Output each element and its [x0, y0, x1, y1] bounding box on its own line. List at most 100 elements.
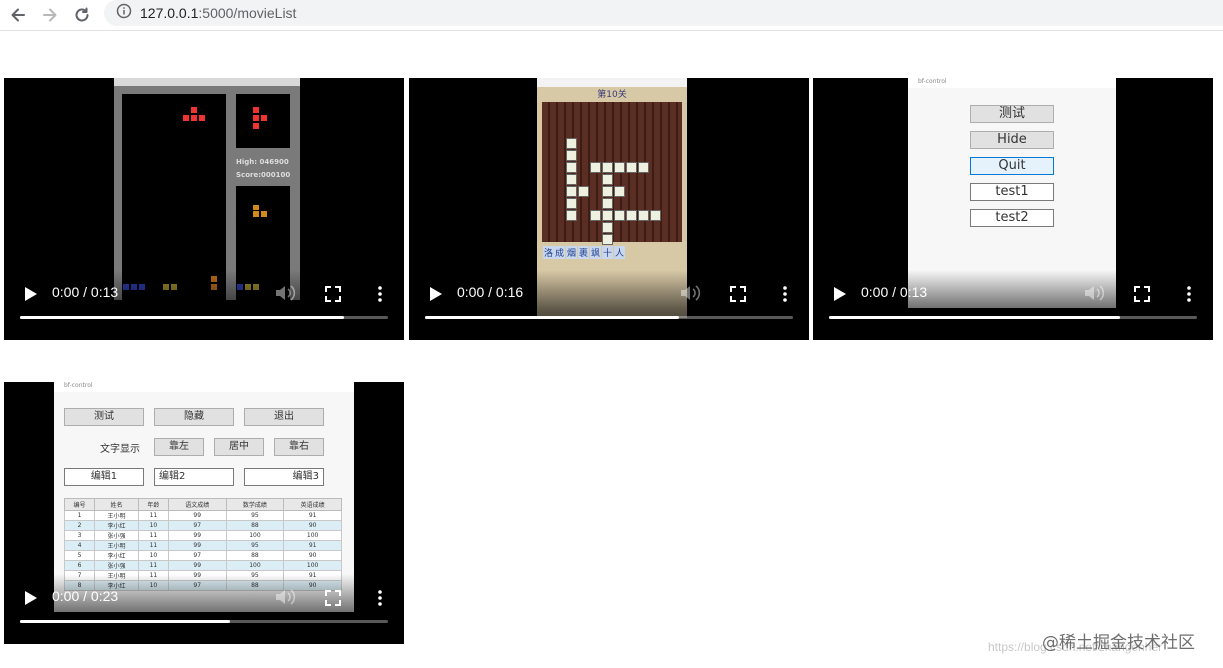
table-row: 4 王小明 11 99 95 91 — [63, 540, 342, 551]
option-char: 烟 — [566, 246, 578, 259]
more-options-icon[interactable] — [372, 588, 388, 608]
volume-icon — [276, 285, 296, 301]
option-char: 成 — [554, 246, 566, 259]
option-char: 人 — [614, 246, 626, 259]
play-icon[interactable] — [20, 588, 40, 608]
table-cell: 张小强 — [94, 560, 139, 571]
video-time: 0:00 / 0:16 — [457, 284, 524, 300]
edit-field-2: 编辑2 — [154, 468, 234, 486]
table-cell: 李小红 — [94, 550, 139, 561]
info-icon[interactable] — [116, 3, 132, 23]
table-cell: 90 — [283, 550, 342, 561]
column-header: 语文成绩 — [167, 498, 227, 511]
table-cell: 10 — [137, 550, 169, 561]
progress-fill — [20, 316, 344, 319]
progress-bar[interactable] — [425, 316, 793, 319]
table-cell: 99 — [167, 510, 227, 521]
progress-fill — [20, 620, 230, 623]
video-time: 0:00 / 0:13 — [52, 284, 119, 300]
table-cell: 2 — [63, 520, 96, 531]
table-cell: 11 — [137, 560, 169, 571]
play-icon[interactable] — [20, 284, 40, 304]
volume-icon — [1085, 285, 1105, 301]
more-options-icon[interactable] — [372, 284, 388, 304]
table-cell: 100 — [225, 530, 285, 541]
hide-button: Hide — [970, 131, 1054, 149]
watermark: @稀土掘金技术社区 — [1042, 633, 1195, 653]
progress-fill — [829, 316, 1120, 319]
play-icon[interactable] — [425, 284, 445, 304]
table-cell: 95 — [225, 540, 285, 551]
table-cell: 11 — [137, 530, 169, 541]
table-cell: 3 — [63, 530, 96, 541]
table-row: 1 王小明 11 99 95 91 — [63, 510, 342, 521]
table-cell: 王小明 — [94, 510, 139, 521]
progress-bar[interactable] — [20, 316, 388, 319]
video-player-3[interactable]: bf-control 测试 Hide Quit test1 test2 0:00… — [813, 78, 1213, 340]
option-char: 洛 — [543, 246, 555, 259]
text-display-label: 文字显示 — [100, 444, 140, 455]
address-bar[interactable]: 127.0.0.1:5000/movieList — [104, 0, 1223, 26]
table-cell: 张小强 — [94, 530, 139, 541]
fullscreen-icon[interactable] — [729, 285, 747, 303]
more-options-icon[interactable] — [1181, 284, 1197, 304]
fullscreen-icon[interactable] — [324, 285, 342, 303]
option-char: 裹 — [578, 246, 590, 259]
edit-field-3: 编辑3 — [244, 468, 324, 486]
table-cell: 王小明 — [94, 540, 139, 551]
table-cell: 100 — [283, 530, 342, 541]
video-player-4[interactable]: bf-control 测试 隐藏 退出 文字显示 靠左 居中 靠右 编辑1 编辑… — [4, 382, 404, 644]
table-row: 6 张小强 11 99 100 100 — [63, 560, 342, 571]
more-options-icon[interactable] — [777, 284, 793, 304]
video-frame-tetris: High: 046900 Score:000100 — [114, 78, 300, 300]
fullscreen-icon[interactable] — [1133, 285, 1151, 303]
table-cell: 11 — [137, 510, 169, 521]
quit-button: Quit — [970, 157, 1054, 175]
table-cell: 97 — [167, 520, 227, 531]
fullscreen-icon[interactable] — [324, 589, 342, 607]
table-cell: 4 — [63, 540, 96, 551]
column-header: 姓名 — [94, 498, 139, 511]
table-cell: 5 — [63, 550, 96, 561]
option-char: 十 — [602, 246, 614, 259]
table-cell: 90 — [283, 520, 342, 531]
play-icon[interactable] — [829, 284, 849, 304]
browser-toolbar: 127.0.0.1:5000/movieList — [0, 0, 1223, 31]
url-path: :5000/movieList — [198, 5, 297, 21]
table-cell: 李小红 — [94, 520, 139, 531]
edit-field-2: test2 — [970, 209, 1054, 227]
table-cell: 10 — [137, 520, 169, 531]
hide-button: 隐藏 — [154, 408, 234, 426]
table-cell: 88 — [225, 550, 285, 561]
video-player-2[interactable]: 第10关 洛 成 烟 裹 飒 十 人 0:00 / 0:16 — [409, 78, 809, 340]
table-cell: 91 — [283, 540, 342, 551]
align-center-button: 居中 — [214, 438, 264, 456]
test-button: 测试 — [64, 408, 144, 426]
table-cell: 99 — [167, 560, 227, 571]
edit-field-1: 编辑1 — [64, 468, 144, 486]
video-time: 0:00 / 0:23 — [52, 588, 119, 604]
exit-button: 退出 — [244, 408, 324, 426]
progress-bar[interactable] — [20, 620, 388, 623]
back-arrow-icon[interactable] — [6, 3, 30, 27]
forward-arrow-icon[interactable] — [38, 3, 62, 27]
url-host: 127.0.0.1 — [140, 5, 199, 21]
test-button: 测试 — [970, 105, 1054, 123]
option-char: 飒 — [590, 246, 602, 259]
table-cell: 100 — [283, 560, 342, 571]
score: Score:000100 — [236, 171, 291, 179]
table-cell: 6 — [63, 560, 96, 571]
video-player-1[interactable]: High: 046900 Score:000100 0:00 / 0:13 — [4, 78, 404, 340]
volume-icon — [276, 589, 296, 605]
table-cell: 99 — [167, 530, 227, 541]
edit-field-1: test1 — [970, 183, 1054, 201]
url-text[interactable]: 127.0.0.1:5000/movieList — [140, 5, 296, 21]
column-header: 英语成绩 — [283, 498, 342, 511]
reload-icon[interactable] — [70, 3, 94, 27]
window-title: bf-control — [908, 78, 1116, 88]
align-right-button: 靠右 — [274, 438, 324, 456]
table-cell: 88 — [225, 520, 285, 531]
progress-bar[interactable] — [829, 316, 1197, 319]
table-row: 3 张小强 11 99 100 100 — [63, 530, 342, 541]
table-cell: 97 — [167, 550, 227, 561]
